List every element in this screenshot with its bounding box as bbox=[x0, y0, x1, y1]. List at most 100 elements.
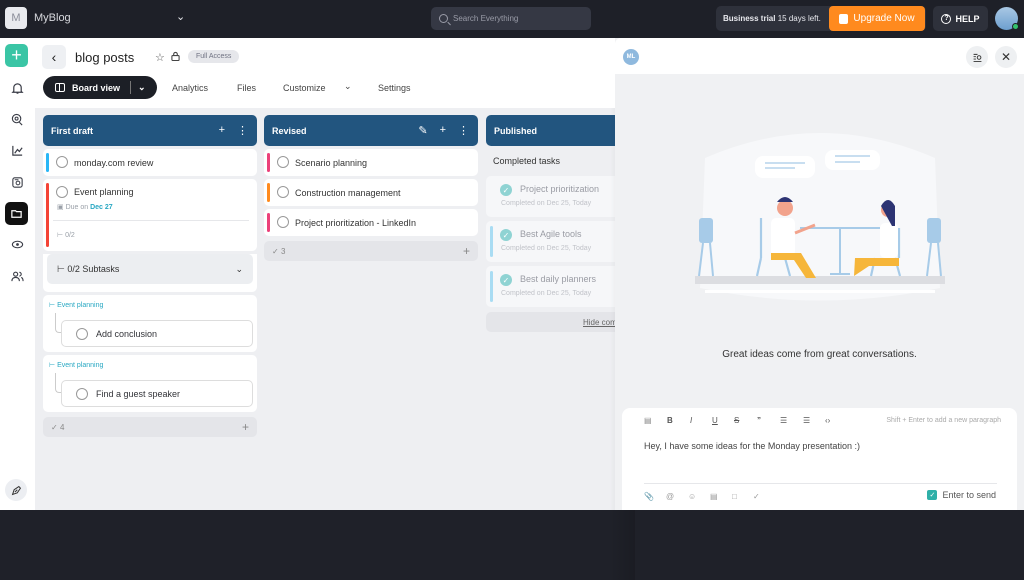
checkbox-checked-icon[interactable]: ✓ bbox=[927, 490, 938, 500]
task-title: Best Agile tools bbox=[520, 229, 582, 239]
top-bar: M MyBlog ⌄ Business trial 15 days left. … bbox=[0, 0, 1024, 38]
code-icon[interactable]: ‹› bbox=[825, 416, 830, 425]
subtasks-label: 0/2 Subtasks bbox=[67, 263, 120, 274]
tab-analytics[interactable]: Analytics bbox=[172, 83, 208, 93]
workspace-name[interactable]: MyBlog bbox=[34, 12, 71, 24]
message-input[interactable] bbox=[644, 441, 1004, 451]
upgrade-button[interactable]: Upgrade Now bbox=[829, 6, 925, 31]
subitem-title: Find a guest speaker bbox=[96, 388, 181, 399]
workspace-logo[interactable]: M bbox=[5, 7, 27, 29]
tab-files[interactable]: Files bbox=[237, 83, 256, 93]
search-box[interactable] bbox=[431, 7, 591, 30]
main-area: ‹ blog posts ☆ Full Access Board view ⌄ … bbox=[35, 38, 700, 580]
check-circle-icon: ✓ bbox=[51, 422, 58, 432]
watch-icon[interactable] bbox=[8, 235, 26, 253]
task-card[interactable]: Scenario planning bbox=[264, 149, 478, 176]
online-indicator bbox=[1012, 23, 1019, 30]
close-icon[interactable]: ✕ bbox=[995, 46, 1017, 68]
bold-icon[interactable]: B bbox=[667, 416, 673, 425]
trial-label: Business trial bbox=[723, 14, 776, 23]
task-title: Event planning bbox=[74, 187, 134, 197]
task-card[interactable]: Project prioritization - LinkedIn bbox=[264, 209, 478, 236]
checkbox-icon[interactable] bbox=[277, 186, 289, 198]
parent-task[interactable]: Event planning bbox=[57, 362, 103, 369]
subitem-card[interactable]: ⊢ Event planning Find a guest speaker bbox=[43, 355, 257, 412]
help-button[interactable]: ? HELP bbox=[933, 6, 988, 31]
column-footer: ✓ 4 + bbox=[43, 417, 257, 437]
quote-icon[interactable]: ” bbox=[757, 416, 761, 425]
numbered-list-icon[interactable]: ☰ bbox=[780, 416, 787, 425]
attachment-icon[interactable]: 📎 bbox=[644, 492, 654, 501]
user-avatar[interactable] bbox=[995, 7, 1019, 30]
add-icon[interactable]: + bbox=[463, 244, 470, 258]
column-header: First draft + ⋮ bbox=[43, 115, 257, 146]
checkbox-icon[interactable] bbox=[76, 388, 88, 400]
back-button[interactable]: ‹ bbox=[42, 45, 66, 69]
mention-icon[interactable]: @ bbox=[666, 492, 674, 501]
search-list-icon[interactable] bbox=[966, 46, 988, 68]
whats-new-icon[interactable] bbox=[5, 479, 27, 501]
emoji-icon[interactable]: ☺ bbox=[688, 492, 696, 501]
doc-search-icon[interactable] bbox=[8, 173, 26, 191]
enter-to-send-toggle[interactable]: ✓ Enter to send bbox=[927, 490, 996, 500]
chevron-down-icon[interactable]: ⌄ bbox=[235, 264, 243, 275]
task-card[interactable]: Construction management bbox=[264, 179, 478, 206]
inbox-icon[interactable] bbox=[8, 110, 26, 128]
add-icon[interactable]: + bbox=[440, 124, 446, 137]
view-label: Board view bbox=[72, 82, 121, 93]
more-icon[interactable]: ⋮ bbox=[237, 124, 248, 137]
checkbox-icon[interactable] bbox=[76, 328, 88, 340]
empty-state-caption: Great ideas come from great conversation… bbox=[722, 349, 917, 360]
video-icon[interactable]: □ bbox=[732, 492, 737, 501]
parent-task[interactable]: Event planning bbox=[57, 302, 103, 309]
gif-icon[interactable]: ▤ bbox=[710, 492, 718, 501]
search-input[interactable] bbox=[453, 14, 573, 23]
checkbox-icon[interactable] bbox=[277, 156, 289, 168]
conversation-illustration bbox=[695, 133, 945, 301]
chevron-down-icon[interactable]: ⌄ bbox=[344, 81, 352, 92]
bullet-list-icon[interactable]: ☰ bbox=[803, 416, 810, 425]
add-icon[interactable]: + bbox=[5, 44, 28, 67]
due-label: Due on bbox=[65, 204, 89, 211]
more-icon[interactable]: ⋮ bbox=[458, 124, 469, 137]
italic-icon[interactable]: I bbox=[690, 416, 692, 425]
checkbox-icon[interactable] bbox=[56, 156, 68, 168]
task-check-icon[interactable]: ✓ bbox=[753, 492, 760, 501]
folder-icon[interactable] bbox=[5, 202, 28, 225]
user-avatar[interactable]: ML bbox=[623, 49, 639, 65]
underline-icon[interactable]: U bbox=[712, 416, 718, 425]
subitem-card[interactable]: ⊢ Event planning Add conclusion bbox=[43, 295, 257, 352]
bell-icon[interactable] bbox=[8, 79, 26, 97]
analytics-icon[interactable] bbox=[8, 141, 26, 159]
subtasks-toggle[interactable]: ⊢ 0/2 Subtasks ⌄ bbox=[47, 254, 253, 284]
calendar-icon: ▣ bbox=[57, 204, 64, 211]
star-icon[interactable]: ☆ bbox=[155, 51, 165, 64]
strikethrough-icon[interactable]: S bbox=[734, 416, 739, 425]
tab-customize[interactable]: Customize bbox=[283, 83, 326, 93]
tab-settings[interactable]: Settings bbox=[378, 83, 411, 93]
completed-date: Completed on Dec 25, Today bbox=[501, 200, 592, 207]
chevron-down-icon[interactable]: ⌄ bbox=[176, 10, 185, 23]
add-icon[interactable]: + bbox=[219, 124, 225, 137]
subtask-icon: ⊢ bbox=[49, 302, 56, 309]
completed-date: Completed on Dec 25, Today bbox=[501, 290, 592, 297]
composer-hint: Shift + Enter to add a new paragraph bbox=[886, 417, 1001, 424]
check-icon[interactable]: ✓ bbox=[500, 184, 512, 196]
pencil-icon[interactable]: ✎ bbox=[418, 124, 427, 137]
task-count: 4 bbox=[59, 422, 65, 432]
check-icon[interactable]: ✓ bbox=[500, 274, 512, 286]
add-icon[interactable]: + bbox=[242, 420, 249, 434]
checkbox-icon[interactable] bbox=[56, 186, 68, 198]
people-icon[interactable] bbox=[8, 267, 26, 285]
task-card[interactable]: monday.com review bbox=[43, 149, 257, 176]
chevron-down-icon[interactable]: ⌄ bbox=[138, 82, 146, 93]
board-icon bbox=[55, 83, 65, 92]
check-icon[interactable]: ✓ bbox=[500, 229, 512, 241]
board-view-button[interactable]: Board view ⌄ bbox=[43, 76, 157, 99]
lock-icon bbox=[171, 51, 180, 61]
column-header: Revised ✎ + ⋮ bbox=[264, 115, 478, 146]
checkbox-icon[interactable] bbox=[277, 216, 289, 228]
gif-icon[interactable]: ▤ bbox=[644, 416, 652, 425]
column-revised: Revised ✎ + ⋮ Scenario planning Constructi… bbox=[264, 115, 478, 261]
task-card[interactable]: Event planning ▣ Due on Dec 27 ⊢ 0/2 bbox=[43, 179, 257, 251]
